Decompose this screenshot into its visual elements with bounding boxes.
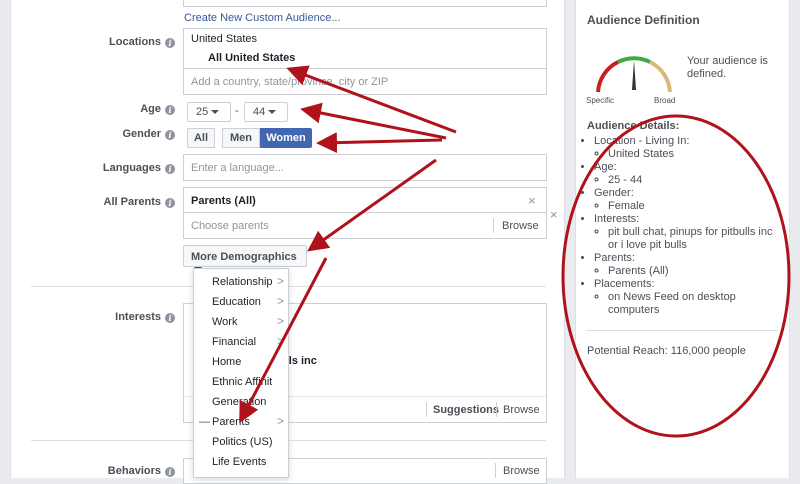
locations-label: Locations [109,36,161,48]
menu-item-ethnic-affinity[interactable]: Ethnic Affinity [194,373,290,393]
divider [493,218,494,233]
more-demographics-button[interactable]: More Demographics [183,245,307,272]
age-info-icon[interactable]: i [165,105,175,115]
languages-placeholder: Enter a language... [191,162,284,174]
menu-item-relationship[interactable]: Relationship > [194,273,290,293]
all-parents-tag-row: Parents (All) × [183,187,547,213]
locations-selected-box: United States All United States [183,28,547,68]
detail-value: 25 - 44 [608,174,776,187]
detail-value: United States [608,148,776,161]
location-country: United States [191,33,258,45]
all-parents-info-icon[interactable]: i [165,198,175,208]
gauge-tan-segment [649,60,672,93]
age-max-select[interactable]: 44 [244,102,288,122]
behaviors-browse-link[interactable]: Browse [503,465,540,477]
divider [426,402,427,417]
divider [586,330,778,331]
audience-details-list: Location - Living In: United States Age:… [576,135,776,317]
audience-definition-title: Audience Definition [587,13,700,27]
chevron-right-icon: > [276,414,284,428]
detail-interests: Interests: pit bull chat, pinups for pit… [594,213,776,252]
divider [496,402,497,417]
gender-label: Gender [122,128,161,140]
audience-details-title: Audience Details: [587,120,680,132]
menu-item-home[interactable]: Home [194,353,290,373]
gender-men-button[interactable]: Men [222,128,260,148]
languages-input[interactable]: Enter a language... [183,154,547,181]
menu-item-work[interactable]: Work > [194,313,290,333]
location-all-us[interactable]: All United States [208,52,295,64]
create-custom-audience-link[interactable]: Create New Custom Audience... [184,12,341,24]
gender-women-button[interactable]: Women [260,128,312,148]
menu-item-generation[interactable]: Generation [194,393,290,413]
more-demographics-menu: Relationship > Education > Work > Financial… [193,268,289,478]
menu-item-education[interactable]: Education > [194,293,290,313]
previous-field [183,0,547,7]
targeting-panel: Create New Custom Audience... Locations … [10,0,565,484]
parents-input[interactable]: Choose parents Browse [183,212,547,239]
age-label: Age [140,103,161,115]
audience-definition-panel: Audience Definition Specific Broad Your … [575,0,790,478]
locations-placeholder: Add a country, state/province, city or Z… [191,76,389,88]
potential-reach: Potential Reach: 116,000 people [587,345,746,357]
age-min-select[interactable]: 25 [187,102,231,122]
parents-placeholder: Choose parents [191,220,269,232]
interests-label: Interests [115,311,161,323]
chevron-right-icon: > [276,274,284,288]
locations-input[interactable]: Add a country, state/province, city or Z… [183,68,547,95]
interests-suggestions-link[interactable]: Suggestions [433,404,499,416]
languages-label: Languages [102,162,161,174]
dash-icon: — [199,416,210,428]
age-max-value: 44 [253,106,266,118]
gauge-specific-label: Specific [586,96,615,105]
audience-status-text: Your audience is defined. [687,55,768,80]
interests-info-icon[interactable]: i [165,313,175,323]
locations-info-icon[interactable]: i [165,38,175,48]
chevron-down-icon [211,110,220,115]
detail-location: Location - Living In: United States [594,135,776,161]
chevron-down-icon [268,110,277,115]
gauge-broad-label: Broad [654,96,676,105]
menu-item-politics[interactable]: Politics (US) [194,433,290,453]
detail-value: Parents (All) [608,265,776,278]
detail-value: Female [608,200,776,213]
parents-browse-link[interactable]: Browse [502,220,539,232]
detail-parents: Parents: Parents (All) [594,252,776,278]
detail-value: on News Feed on desktop computers [608,291,776,317]
gender-all-button[interactable]: All [187,128,215,148]
menu-item-parents[interactable]: — Parents > [194,413,290,433]
age-min-value: 25 [196,106,209,118]
more-demographics-label: More Demographics [191,251,297,263]
detail-value: pit bull chat, pinups for pitbulls inc o… [608,226,776,252]
behaviors-info-icon[interactable]: i [165,467,175,477]
divider [495,463,496,478]
detail-placements: Placements: on News Feed on desktop comp… [594,278,776,317]
gauge-red-segment [596,60,619,93]
age-dash: - [235,105,239,117]
chevron-right-icon: > [276,334,284,348]
menu-item-financial[interactable]: Financial > [194,333,290,353]
audience-gauge [596,56,672,93]
all-parents-label: All Parents [103,196,161,208]
gauge-needle [632,60,636,90]
menu-item-life-events[interactable]: Life Events [194,453,290,473]
parents-all-tag: Parents (All) [191,195,256,207]
detail-age: Age: 25 - 44 [594,161,776,187]
detail-gender: Gender: Female [594,187,776,213]
chevron-right-icon: > [276,314,284,328]
languages-info-icon[interactable]: i [165,164,175,174]
close-icon[interactable]: × [550,207,558,222]
behaviors-label: Behaviors [107,465,161,477]
gender-info-icon[interactable]: i [165,130,175,140]
chevron-right-icon: > [276,294,284,308]
remove-tag-icon[interactable]: × [528,193,536,208]
interests-browse-link[interactable]: Browse [503,404,540,416]
